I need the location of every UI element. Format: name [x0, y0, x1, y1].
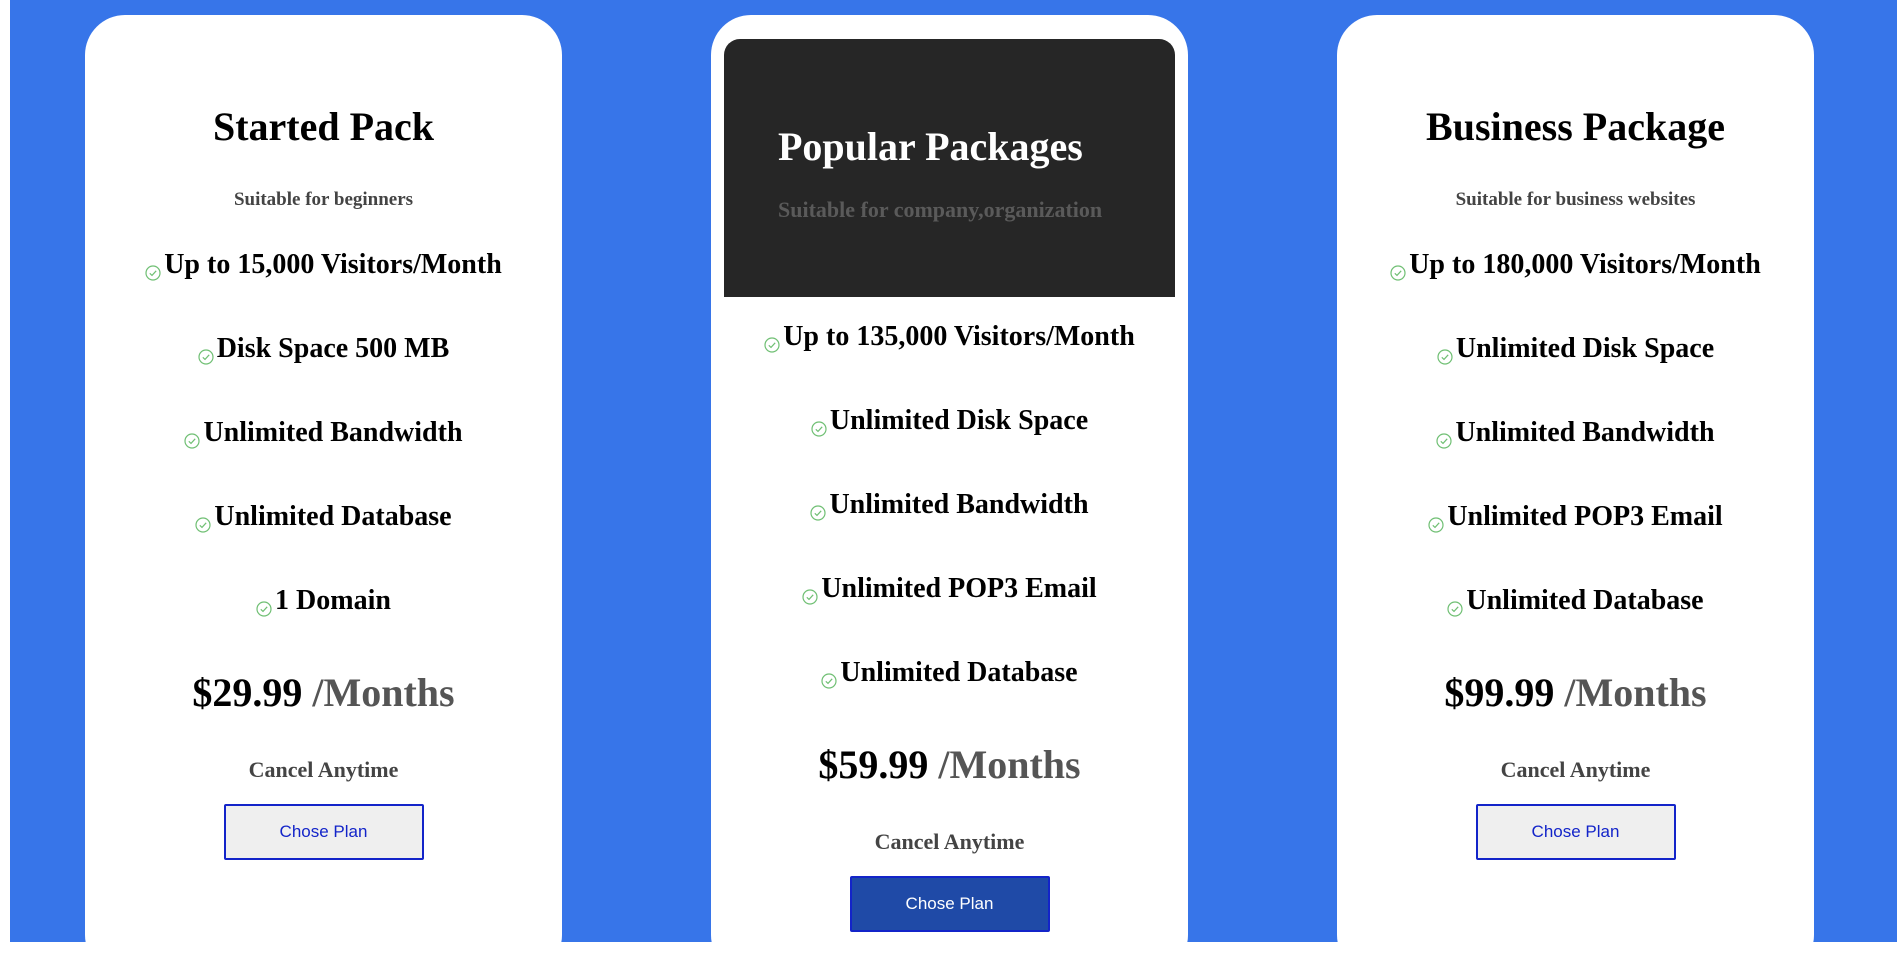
feature-label: Unlimited Disk Space — [1455, 333, 1715, 364]
plan-subtitle: Suitable for beginners — [233, 189, 414, 210]
choose-plan-button[interactable]: Chose Plan — [223, 804, 424, 860]
feature-label: 1 Domain — [275, 585, 391, 616]
cancel-note: Cancel Anytime — [1500, 757, 1651, 782]
price-period: /Months — [312, 670, 455, 715]
plan-title: Popular Packages — [778, 124, 1083, 169]
cancel-note: Cancel Anytime — [874, 829, 1025, 854]
feature-label: Unlimited Bandwidth — [829, 489, 1089, 520]
check-circle-icon — [145, 259, 161, 281]
feature-item: Unlimited Bandwidth — [1337, 419, 1814, 503]
feature-item: Unlimited POP3 Email — [1337, 503, 1814, 587]
feature-label: Up to 135,000 Visitors/Month — [783, 321, 1135, 352]
feature-label: Unlimited Disk Space — [829, 405, 1089, 436]
check-circle-icon — [1428, 511, 1444, 533]
price-amount: $99.99 — [1444, 670, 1555, 715]
feature-item: Unlimited Disk Space — [1337, 335, 1814, 419]
pricing-card-popular: Popular Packages Suitable for company,or… — [711, 15, 1188, 975]
plan-title: Business Package — [1426, 104, 1725, 149]
pricing-card-starter: Started Pack Suitable for beginners Up t… — [85, 15, 562, 975]
feature-item: Up to 135,000 Visitors/Month — [711, 323, 1188, 407]
feature-list: Up to 135,000 Visitors/Month Unlimited D… — [711, 323, 1188, 743]
feature-list: Up to 180,000 Visitors/Month Unlimited D… — [1337, 251, 1814, 671]
feature-label: Disk Space 500 MB — [216, 333, 450, 364]
choose-plan-button[interactable]: Chose Plan — [849, 876, 1050, 932]
check-circle-icon — [802, 583, 818, 605]
feature-label: Unlimited POP3 Email — [821, 573, 1097, 604]
price-amount: $59.99 — [818, 742, 929, 787]
feature-label: Unlimited Bandwidth — [1455, 417, 1715, 448]
check-circle-icon — [256, 595, 272, 617]
plan-price: $99.99 /Months — [1337, 673, 1814, 713]
choose-plan-button[interactable]: Chose Plan — [1475, 804, 1676, 860]
check-circle-icon — [811, 415, 827, 437]
plan-subtitle: Suitable for company,organization — [778, 197, 1103, 222]
pricing-card-business: Business Package Suitable for business w… — [1337, 15, 1814, 975]
check-circle-icon — [198, 343, 214, 365]
check-circle-icon — [810, 499, 827, 521]
popular-header: Popular Packages Suitable for company,or… — [724, 39, 1175, 297]
feature-label: Unlimited Bandwidth — [203, 417, 463, 448]
check-circle-icon — [764, 331, 780, 353]
feature-item: Unlimited Database — [85, 503, 562, 587]
feature-item: Up to 15,000 Visitors/Month — [85, 251, 562, 335]
feature-item: Unlimited Bandwidth — [711, 491, 1188, 575]
feature-item: Unlimited Disk Space — [711, 407, 1188, 491]
feature-label: Unlimited Database — [840, 657, 1078, 688]
price-period: /Months — [1564, 670, 1707, 715]
price-amount: $29.99 — [192, 670, 303, 715]
plan-price: $59.99 /Months — [711, 745, 1188, 785]
plan-subtitle: Suitable for business websites — [1455, 189, 1696, 210]
feature-item: Up to 180,000 Visitors/Month — [1337, 251, 1814, 335]
plan-title: Started Pack — [212, 104, 435, 149]
check-circle-icon — [184, 427, 201, 449]
feature-label: Up to 15,000 Visitors/Month — [164, 249, 502, 280]
feature-list: Up to 15,000 Visitors/Month Disk Space 5… — [85, 251, 562, 671]
feature-item: Unlimited POP3 Email — [711, 575, 1188, 659]
check-circle-icon — [821, 667, 837, 689]
check-circle-icon — [1390, 259, 1406, 281]
feature-item: Disk Space 500 MB — [85, 335, 562, 419]
feature-label: Unlimited Database — [1466, 585, 1704, 616]
feature-label: Up to 180,000 Visitors/Month — [1409, 249, 1761, 280]
check-circle-icon — [1447, 595, 1463, 617]
plan-price: $29.99 /Months — [85, 673, 562, 713]
check-circle-icon — [195, 511, 211, 533]
cancel-note: Cancel Anytime — [248, 757, 399, 782]
feature-item: Unlimited Database — [711, 659, 1188, 743]
check-circle-icon — [1437, 343, 1453, 365]
feature-label: Unlimited POP3 Email — [1447, 501, 1723, 532]
feature-item: Unlimited Database — [1337, 587, 1814, 671]
feature-item: Unlimited Bandwidth — [85, 419, 562, 503]
price-period: /Months — [938, 742, 1081, 787]
feature-label: Unlimited Database — [214, 501, 452, 532]
feature-item: 1 Domain — [85, 587, 562, 671]
check-circle-icon — [1436, 427, 1453, 449]
